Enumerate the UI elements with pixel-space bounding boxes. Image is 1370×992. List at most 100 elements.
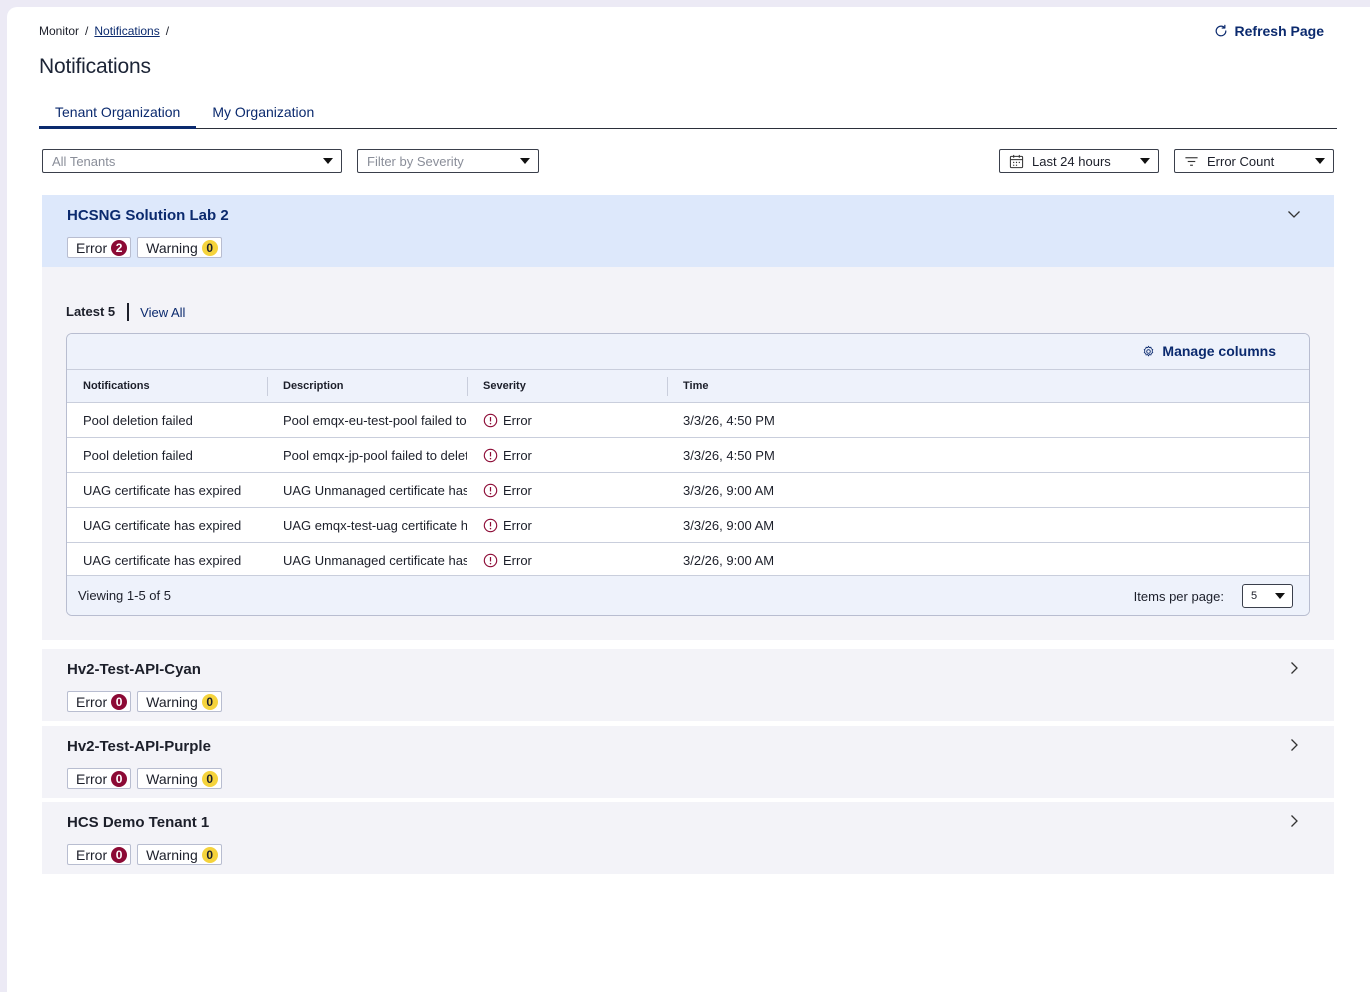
error-circle-icon: [483, 483, 498, 497]
severity-badges: Error 0 Warning 0: [67, 691, 222, 712]
error-count: 0: [111, 846, 128, 863]
warning-count: 0: [201, 846, 218, 863]
tenant-group-body: Latest 5 View All Manage columns Notific…: [42, 267, 1334, 640]
column-header-notifications[interactable]: Notifications: [67, 370, 267, 402]
severity-badges: Error 0 Warning 0: [67, 768, 222, 789]
tenant-group: HCS Demo Tenant 1 Error 0 Warning 0: [42, 802, 1334, 874]
items-per-page-value: 5: [1251, 590, 1258, 602]
chevron-right-icon[interactable]: [1287, 738, 1301, 752]
cell-description: Pool emqx-jp-pool failed to delete.: [283, 447, 467, 463]
subtabs: Latest 5 View All: [66, 303, 185, 321]
severity-text: Error: [503, 447, 532, 463]
error-badge-label: Error: [76, 693, 108, 710]
table-toolbar: Manage columns: [67, 334, 1309, 370]
tenant-name: HCS Demo Tenant 1: [67, 814, 210, 831]
severity-select[interactable]: Filter by Severity: [357, 149, 539, 173]
column-header-time[interactable]: Time: [667, 370, 867, 402]
severity-text: Error: [503, 517, 532, 533]
tenant-name: Hv2-Test-API-Cyan: [67, 661, 201, 678]
organization-tabs: Tenant Organization My Organization: [39, 103, 1337, 129]
caret-down-icon: [323, 158, 333, 164]
refresh-page-label: Refresh Page: [1234, 23, 1324, 39]
pagination-summary: Viewing 1-5 of 5: [78, 588, 171, 603]
cell-severity: Error: [467, 508, 667, 542]
cell-time: 3/3/26, 4:50 PM: [683, 447, 775, 463]
error-badge-label: Error: [76, 846, 108, 863]
table-row[interactable]: UAG certificate has expired UAG Unmanage…: [67, 473, 1309, 508]
warning-badge-label: Warning: [146, 770, 198, 787]
tenant-name: Hv2-Test-API-Purple: [67, 738, 211, 755]
chevron-down-icon[interactable]: [1287, 207, 1301, 221]
cell-description: UAG Unmanaged certificate has expired...: [283, 482, 467, 498]
warning-count: 0: [201, 693, 218, 710]
gear-icon: [1144, 345, 1154, 356]
refresh-icon: [1215, 24, 1226, 37]
items-per-page-select[interactable]: 5: [1242, 584, 1293, 608]
tenant-group: HCSNG Solution Lab 2 Error 2 Warning 0 L…: [42, 195, 1334, 640]
severity-badges: Error 2 Warning 0: [67, 237, 222, 258]
chevron-right-icon[interactable]: [1287, 661, 1301, 675]
error-count: 2: [111, 239, 128, 256]
column-header-description[interactable]: Description: [267, 370, 467, 402]
manage-columns-button[interactable]: Manage columns: [1142, 343, 1276, 359]
warning-badge: Warning 0: [137, 844, 222, 865]
cell-notification: UAG certificate has expired: [83, 482, 242, 498]
caret-down-icon: [1140, 158, 1150, 164]
error-circle-icon: [483, 448, 498, 462]
tenant-name: HCSNG Solution Lab 2: [67, 207, 229, 224]
tab-tenant-organization[interactable]: Tenant Organization: [39, 103, 197, 129]
view-all-link[interactable]: View All: [129, 305, 185, 320]
column-header-severity[interactable]: Severity: [467, 370, 667, 402]
manage-columns-label: Manage columns: [1162, 343, 1276, 359]
calendar-icon: [1009, 154, 1024, 169]
tenant-group-header[interactable]: HCS Demo Tenant 1 Error 0 Warning 0: [42, 802, 1334, 874]
cell-time: 3/3/26, 4:50 PM: [683, 412, 775, 428]
tenant-group-header[interactable]: Hv2-Test-API-Cyan Error 0 Warning 0: [42, 649, 1334, 721]
tenants-select[interactable]: All Tenants: [42, 149, 342, 173]
table-row[interactable]: UAG certificate has expired UAG emqx-tes…: [67, 508, 1309, 543]
tenant-group-header[interactable]: HCSNG Solution Lab 2 Error 2 Warning 0: [42, 195, 1334, 267]
table-row[interactable]: Pool deletion failed Pool emqx-eu-test-p…: [67, 403, 1309, 438]
breadcrumb-notifications-link[interactable]: Notifications: [94, 24, 159, 38]
severity-text: Error: [503, 412, 532, 428]
breadcrumb-monitor[interactable]: Monitor: [39, 24, 79, 38]
cell-notification: UAG certificate has expired: [83, 517, 242, 533]
severity-text: Error: [503, 553, 532, 568]
error-circle-icon: [483, 518, 498, 532]
cell-time: 3/2/26, 9:00 AM: [683, 553, 775, 568]
error-badge: Error 0: [67, 844, 132, 865]
error-badge-label: Error: [76, 770, 108, 787]
warning-badge: Warning 0: [137, 237, 222, 258]
error-circle-icon: [483, 413, 498, 427]
warning-count: 0: [201, 239, 218, 256]
breadcrumb: Monitor / Notifications /: [39, 24, 169, 38]
cell-severity: Error: [467, 438, 667, 472]
cell-severity: Error: [467, 543, 667, 578]
table-header: Notifications Description Severity Time: [67, 370, 1309, 403]
table-row[interactable]: Pool deletion failed Pool emqx-jp-pool f…: [67, 438, 1309, 473]
time-range-value: Last 24 hours: [1032, 153, 1111, 169]
tab-my-organization[interactable]: My Organization: [196, 103, 330, 129]
table-body: Pool deletion failed Pool emqx-eu-test-p…: [67, 403, 1309, 578]
warning-badge-label: Warning: [146, 239, 198, 256]
tab-latest-5[interactable]: Latest 5: [66, 303, 130, 321]
table-row[interactable]: UAG certificate has expired UAG Unmanage…: [67, 543, 1309, 578]
warning-badge: Warning 0: [137, 691, 222, 712]
caret-down-icon: [520, 158, 530, 164]
notifications-page: Monitor / Notifications / Notifications …: [7, 7, 1370, 992]
sort-select[interactable]: Error Count: [1174, 149, 1334, 173]
refresh-page-button[interactable]: Refresh Page: [1214, 23, 1324, 39]
chevron-right-icon[interactable]: [1287, 814, 1301, 828]
caret-down-icon: [1275, 593, 1285, 599]
breadcrumb-separator: /: [85, 24, 89, 38]
tenant-group: Hv2-Test-API-Purple Error 0 Warning 0: [42, 726, 1334, 798]
warning-badge: Warning 0: [137, 768, 222, 789]
items-per-page-label: Items per page:: [1133, 589, 1224, 604]
cell-time: 3/3/26, 9:00 AM: [683, 482, 775, 498]
cell-severity: Error: [467, 473, 667, 507]
error-count: 0: [111, 770, 128, 787]
cell-description: Pool emqx-eu-test-pool failed to delete.: [283, 412, 467, 428]
tenant-group-header[interactable]: Hv2-Test-API-Purple Error 0 Warning 0: [42, 726, 1334, 798]
severity-select-value: Filter by Severity: [367, 153, 464, 169]
time-range-select[interactable]: Last 24 hours: [999, 149, 1159, 173]
